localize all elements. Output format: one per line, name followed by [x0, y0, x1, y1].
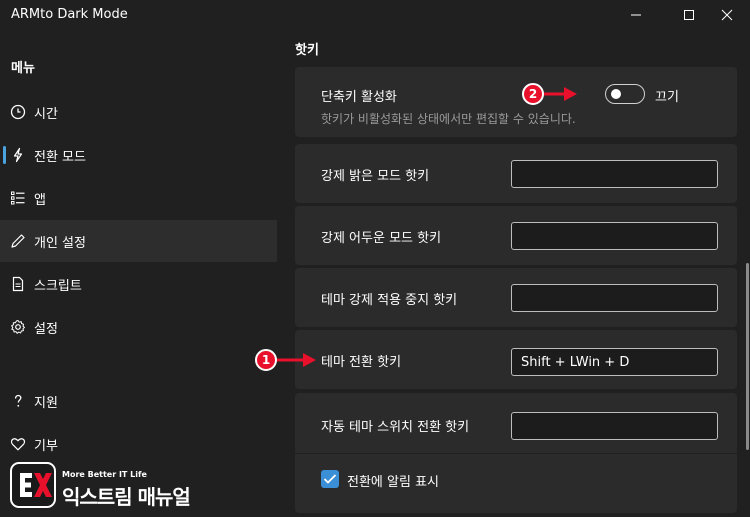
- sidebar-item-label: 앱: [34, 193, 46, 208]
- hotkey-label: 테마 강제 적용 중지 핫키: [321, 293, 458, 308]
- sidebar-item-label: 지원: [34, 396, 58, 411]
- close-button[interactable]: [704, 0, 750, 30]
- notification-row: 전환에 알림 표시: [295, 457, 737, 502]
- hotkey-label: 테마 전환 핫키: [321, 355, 402, 370]
- sidebar-item-label: 설정: [34, 322, 58, 337]
- sidebar-item-apps[interactable]: 앱: [0, 177, 277, 219]
- sidebar-item-label: 개인 설정: [34, 236, 86, 251]
- title-bar: ARMto Dark Mode: [0, 0, 750, 30]
- annotation-badge-1: 1: [255, 349, 277, 371]
- sidebar-item-label: 시간: [34, 107, 58, 122]
- app-window: ARMto Dark Mode 메뉴 시간 전환 모드 앱 개인 설정 스크립트…: [0, 0, 750, 517]
- annotation-badge-2: 2: [522, 83, 544, 105]
- sidebar: 메뉴 시간 전환 모드 앱 개인 설정 스크립트 설정 지원 기부: [0, 30, 277, 517]
- logo-mark-icon: [10, 462, 56, 508]
- question-icon: [14, 394, 22, 407]
- gear-icon: [11, 320, 25, 334]
- minimize-button[interactable]: [613, 0, 659, 30]
- card-divider: [295, 453, 737, 454]
- hotkey-input-auto-switch[interactable]: [511, 412, 718, 440]
- scrollbar[interactable]: [746, 263, 749, 450]
- menu-title: 메뉴: [11, 61, 35, 76]
- hotkey-card-dark: 강제 어두운 모드 핫키: [295, 206, 737, 265]
- close-icon: [721, 9, 733, 21]
- toggle-state-label: 끄기: [655, 90, 679, 105]
- heart-icon: [10, 438, 26, 451]
- sidebar-item-time[interactable]: 시간: [0, 91, 277, 133]
- shortcut-enable-card: 단축키 활성화 핫키가 비활성화된 상태에서만 편집할 수 있습니다. 끄기: [295, 67, 737, 137]
- sidebar-item-donate[interactable]: 기부: [0, 423, 277, 465]
- maximize-icon: [684, 10, 694, 20]
- sidebar-item-scripts[interactable]: 스크립트: [0, 263, 277, 305]
- hotkey-input-switch-theme[interactable]: Shift + LWin + D: [511, 348, 718, 376]
- sidebar-item-label: 스크립트: [34, 279, 82, 294]
- sidebar-item-settings[interactable]: 설정: [0, 306, 277, 348]
- section-title: 핫키: [295, 43, 319, 58]
- logo-tagline: More Better IT Life: [62, 470, 147, 479]
- selection-indicator: [3, 146, 6, 164]
- list-icon: [11, 191, 25, 205]
- hotkey-label: 자동 테마 스위치 전환 핫키: [321, 420, 470, 435]
- sidebar-item-support[interactable]: 지원: [0, 380, 277, 422]
- minimize-icon: [631, 14, 641, 16]
- pencil-icon: [11, 234, 25, 248]
- main-content: 핫키 단축키 활성화 핫키가 비활성화된 상태에서만 편집할 수 있습니다. 끄…: [277, 30, 750, 517]
- notification-label: 전환에 알림 표시: [347, 475, 439, 490]
- window-title: ARMto Dark Mode: [11, 7, 128, 22]
- hotkey-input-dark[interactable]: [511, 222, 718, 250]
- hotkey-label: 강제 어두운 모드 핫키: [321, 231, 442, 246]
- logo-name: 익스트림 매뉴얼: [62, 485, 191, 509]
- hotkey-card-auto-switch: 자동 테마 스위치 전환 핫키 전환에 알림 표시: [295, 393, 737, 513]
- hotkey-card-switch-theme: 테마 전환 핫키 Shift + LWin + D: [295, 330, 737, 389]
- sidebar-item-personalization[interactable]: 개인 설정: [0, 220, 277, 262]
- checkmark-icon: [323, 474, 337, 484]
- shortcut-enable-description: 핫키가 비활성화된 상태에서만 편집할 수 있습니다.: [321, 112, 576, 126]
- site-logo: More Better IT Life 익스트림 매뉴얼: [10, 462, 210, 509]
- hotkey-input-stop-forced[interactable]: [511, 284, 718, 312]
- shortcut-enable-label: 단축키 활성화: [321, 90, 397, 105]
- hotkey-card-stop-forced: 테마 강제 적용 중지 핫키: [295, 268, 737, 327]
- sidebar-item-switch-mode[interactable]: 전환 모드: [0, 134, 277, 176]
- annotation-arrow-2: [544, 87, 577, 101]
- hotkey-input-light[interactable]: [511, 160, 718, 188]
- notification-checkbox[interactable]: [321, 470, 339, 488]
- sidebar-item-label: 전환 모드: [34, 150, 86, 165]
- shortcut-toggle[interactable]: [605, 84, 645, 104]
- lightning-icon: [13, 147, 23, 163]
- hotkey-card-light: 강제 밝은 모드 핫키: [295, 144, 737, 203]
- sidebar-item-label: 기부: [34, 439, 58, 454]
- document-icon: [12, 276, 24, 292]
- clock-icon: [10, 104, 26, 120]
- hotkey-label: 강제 밝은 모드 핫키: [321, 169, 430, 184]
- annotation-arrow-1: [277, 353, 316, 367]
- toggle-knob: [611, 89, 621, 99]
